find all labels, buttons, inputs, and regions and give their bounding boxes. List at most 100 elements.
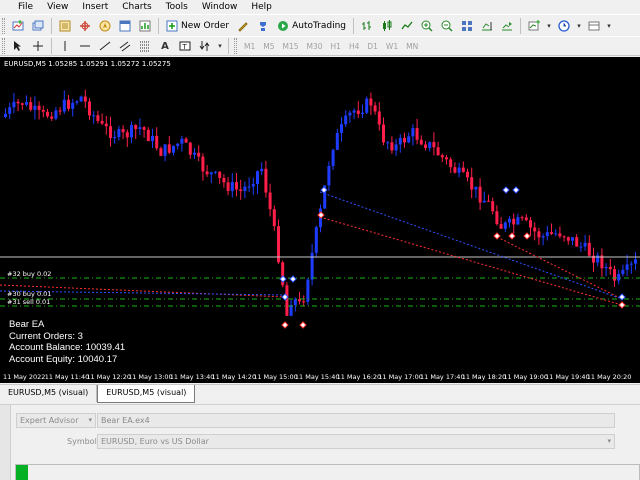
navigator-icon[interactable] (96, 17, 114, 35)
new-order-button[interactable]: New Order (162, 17, 233, 35)
tab-chart-1[interactable]: EURUSD,M5 (visual) (0, 385, 98, 402)
cursor-icon[interactable] (9, 37, 27, 55)
candle-body (314, 227, 318, 253)
expert-file-value: Bear EA.ex4 (101, 416, 150, 425)
bar-chart-icon[interactable] (358, 17, 376, 35)
tile-windows-icon[interactable] (458, 17, 476, 35)
candle-body (172, 145, 175, 153)
candle-body (75, 101, 79, 103)
candle-body (474, 186, 478, 190)
auto-scroll-icon[interactable] (498, 17, 516, 35)
templates-icon[interactable] (585, 17, 603, 35)
menu-tools[interactable]: Tools (159, 0, 195, 14)
candle-body (629, 263, 633, 265)
new-order-label: New Order (181, 20, 230, 31)
candle-body (361, 112, 364, 115)
candle-body (62, 99, 66, 112)
toolbar-grip[interactable] (2, 17, 5, 34)
menu-view[interactable]: View (40, 0, 75, 14)
candle-body (466, 171, 469, 178)
timeframe-m30[interactable]: M30 (303, 42, 327, 51)
candle-body (193, 152, 196, 155)
candle-body (46, 111, 49, 117)
timeframe-m5[interactable]: M5 (259, 42, 278, 51)
crosshair-icon[interactable] (29, 37, 47, 55)
dropdown-arrow-icon[interactable]: ▾ (575, 17, 583, 35)
timeframe-m1[interactable]: M1 (240, 42, 259, 51)
price-chart[interactable]: EURUSD,M5 1.05285 1.05291 1.05272 1.0527… (0, 57, 640, 383)
menu-insert[interactable]: Insert (75, 0, 115, 14)
candle-body (176, 143, 180, 146)
menu-window[interactable]: Window (195, 0, 245, 14)
toolbar-grip[interactable] (2, 38, 5, 54)
zoom-out-icon[interactable] (438, 17, 456, 35)
trade-marker (281, 321, 289, 329)
line-chart-icon[interactable] (398, 17, 416, 35)
text-icon[interactable]: A (156, 37, 174, 55)
candle-body (491, 201, 495, 212)
candle-body (134, 125, 138, 130)
timeframe-m15[interactable]: M15 (279, 42, 303, 51)
zoom-in-icon[interactable] (418, 17, 436, 35)
timeframe-h1[interactable]: H1 (327, 42, 345, 51)
trendline-icon[interactable] (96, 37, 114, 55)
candle-body (214, 171, 217, 173)
time-tick-label: 11 May 16:20 (336, 373, 382, 381)
toolbar-separator (158, 17, 159, 34)
tester-type-select[interactable]: Expert Advisor ▾ (16, 413, 96, 428)
candle-body (445, 157, 448, 160)
trade-marker (508, 232, 516, 240)
periods-icon[interactable] (555, 17, 573, 35)
candlestick-chart-icon[interactable] (378, 17, 396, 35)
candle-body (67, 99, 70, 109)
trade-marker (618, 301, 626, 309)
terminal-icon[interactable] (116, 17, 134, 35)
symbol-select[interactable]: EURUSD, Euro vs US Dollar ▾ (97, 434, 615, 449)
chart-shift-icon[interactable] (478, 17, 496, 35)
candle-body (146, 129, 150, 142)
profiles-icon[interactable] (29, 17, 47, 35)
candle-body (121, 129, 125, 133)
dropdown-arrow-icon[interactable]: ▾ (216, 37, 224, 55)
timeframe-d1[interactable]: D1 (363, 42, 382, 51)
trade-marker (493, 232, 501, 240)
menu-help[interactable]: Help (244, 0, 279, 14)
candle-body (163, 144, 167, 156)
channel-icon[interactable] (116, 37, 134, 55)
candle-body (218, 171, 222, 178)
candle-body (449, 159, 453, 168)
menu-charts[interactable]: Charts (115, 0, 158, 14)
text-label-icon[interactable]: T (176, 37, 194, 55)
metaeditor-icon[interactable] (234, 17, 252, 35)
time-tick-label: 11 May 19:40 (545, 373, 590, 381)
dropdown-arrow-icon[interactable]: ▾ (605, 17, 613, 35)
timeframe-w1[interactable]: W1 (382, 42, 402, 51)
data-window-icon[interactable] (76, 17, 94, 35)
toolbar-grip[interactable] (234, 38, 237, 54)
timeframe-h4[interactable]: H4 (345, 42, 363, 51)
menu-file[interactable]: File (4, 0, 40, 14)
candle-body (58, 110, 62, 112)
market-watch-icon[interactable] (56, 17, 74, 35)
candle-body (197, 152, 201, 157)
arrows-icon[interactable] (196, 37, 214, 55)
autotrading-button[interactable]: AutoTrading (273, 17, 350, 35)
candle-body (432, 142, 436, 148)
fibonacci-icon[interactable] (136, 37, 154, 55)
candle-body (113, 137, 117, 139)
chart-header: EURUSD,M5 1.05285 1.05291 1.05272 1.0527… (4, 60, 171, 68)
tab-chart-2[interactable]: EURUSD,M5 (visual) (97, 385, 196, 403)
toolbar-separator (520, 17, 521, 34)
new-chart-icon[interactable] (9, 17, 27, 35)
horizontal-line-icon[interactable] (76, 37, 94, 55)
dropdown-arrow-icon[interactable]: ▾ (545, 17, 553, 35)
strategy-tester-icon[interactable] (136, 17, 154, 35)
timeframe-mn[interactable]: MN (402, 42, 422, 51)
signals-icon[interactable] (254, 17, 272, 35)
indicators-icon[interactable] (525, 17, 543, 35)
candle-body (180, 138, 184, 144)
tester-type-value: Expert Advisor (20, 416, 79, 425)
expert-file-select[interactable]: Bear EA.ex4 (97, 413, 615, 428)
vertical-line-icon[interactable] (56, 37, 74, 55)
candle-body (96, 115, 100, 121)
